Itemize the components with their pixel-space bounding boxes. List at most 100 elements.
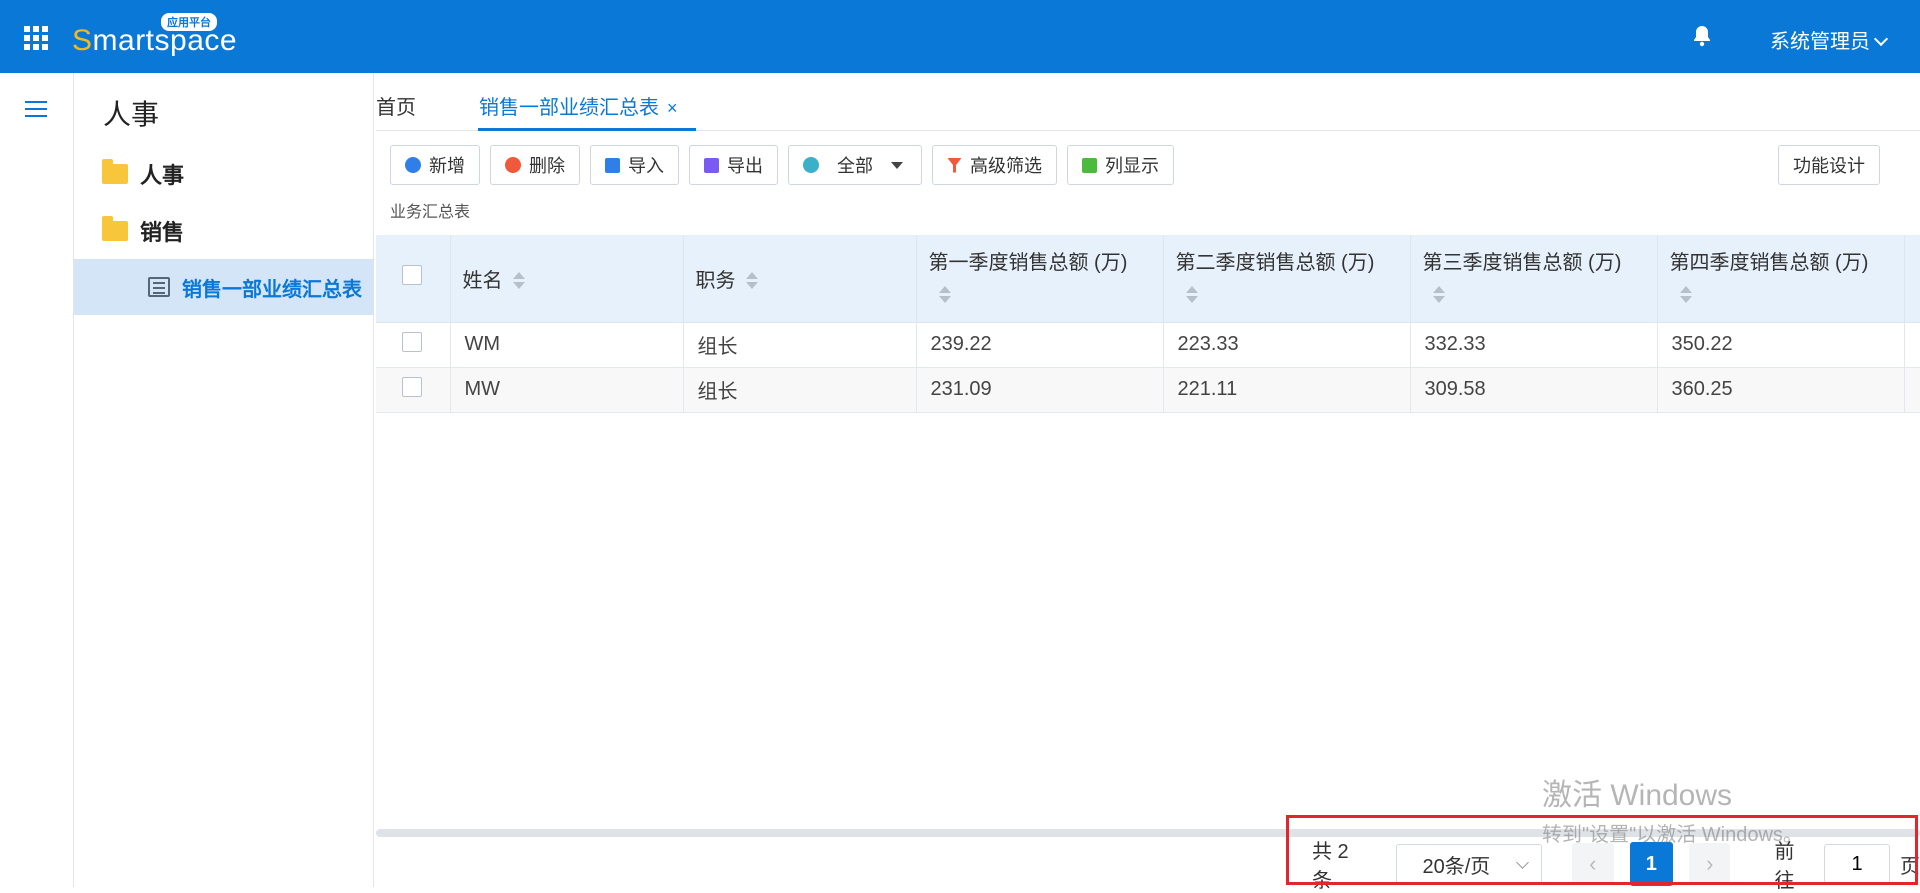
row-checkbox[interactable] — [402, 331, 422, 352]
tab-label: 首页 — [376, 97, 416, 119]
function-design-button[interactable]: 功能设计 — [1778, 145, 1880, 185]
columns-button[interactable]: 列显示 — [1067, 145, 1174, 185]
advanced-filter-button[interactable]: 高级筛选 — [932, 145, 1057, 185]
tab-home[interactable]: 首页 — [376, 91, 416, 120]
cell-q2: 223.33 — [1163, 322, 1411, 368]
select-all-cell — [376, 235, 451, 323]
chevron-down-icon — [1873, 31, 1889, 47]
annotation-highlight-box — [1286, 815, 1918, 885]
sort-icon[interactable] — [1679, 285, 1692, 305]
cell-role: 组长 — [683, 367, 917, 413]
tree-item-hr[interactable]: 人事 — [102, 158, 184, 190]
column-header-q1[interactable]: 第一季度销售总额 (万) — [916, 235, 1164, 323]
cell-name: MW — [450, 367, 684, 413]
button-label: 列显示 — [1105, 156, 1159, 176]
header-label: 第四季度销售总额 (万) — [1669, 252, 1869, 275]
user-name: 系统管理员 — [1770, 31, 1870, 53]
tree-item-label: 销售一部业绩汇总表 — [182, 278, 362, 301]
tree-item-label: 销售 — [140, 220, 185, 245]
export-button[interactable]: 导出 — [689, 145, 778, 185]
close-icon[interactable]: × — [667, 98, 678, 118]
menu-icon[interactable] — [25, 101, 47, 122]
folder-open-icon — [102, 216, 128, 241]
header-label: 第二季度销售总额 (万) — [1175, 252, 1375, 275]
header-label: 第三季度销售总额 (万) — [1422, 252, 1622, 275]
cell-q1: 239.22 — [916, 322, 1164, 368]
table-row[interactable]: MW 组长 231.09 221.11 309.58 360.25 — [376, 367, 1920, 413]
toolbar: 新增 删除 导入 导出 全部 高级筛选 列显示 — [390, 145, 1184, 187]
delete-button[interactable]: 删除 — [490, 145, 580, 185]
cell-q2: 221.11 — [1163, 367, 1411, 413]
cell-q4: 360.25 — [1657, 367, 1905, 413]
button-label: 功能设计 — [1793, 156, 1865, 176]
cell-q3: 332.33 — [1410, 322, 1658, 368]
export-icon — [704, 157, 719, 173]
cell-q1: 231.09 — [916, 367, 1164, 413]
table-header-row: 姓名 职务 第一季度销售总额 (万) 第二季度销售总额 (万) 第三季度销售总额… — [376, 235, 1920, 323]
column-header-overflow — [1904, 235, 1920, 323]
row-select-cell — [376, 322, 451, 368]
sort-icon[interactable] — [745, 271, 758, 291]
cell-q3: 309.58 — [1410, 367, 1658, 413]
main-content: 首页 销售一部业绩汇总表 × 新增 删除 导入 导出 全部 高级筛选 列显示 功… — [376, 73, 1920, 892]
dropdown-value: 全部 — [837, 156, 873, 176]
button-label: 导入 — [628, 156, 664, 176]
column-header-role[interactable]: 职务 — [683, 235, 917, 323]
button-label: 删除 — [529, 156, 565, 176]
user-menu[interactable]: 系统管理员 — [1770, 25, 1889, 54]
tree-title: 人事 — [103, 99, 160, 130]
button-label: 导出 — [727, 156, 763, 176]
table-row[interactable]: WM 组长 239.22 223.33 332.33 350.22 — [376, 322, 1920, 368]
apps-grid-icon[interactable] — [24, 26, 48, 50]
data-table: 姓名 职务 第一季度销售总额 (万) 第二季度销售总额 (万) 第三季度销售总额… — [376, 235, 1920, 413]
column-header-name[interactable]: 姓名 — [450, 235, 684, 323]
tree-item-label: 人事 — [140, 163, 185, 188]
sort-icon[interactable] — [1185, 285, 1198, 305]
add-button[interactable]: 新增 — [390, 145, 480, 185]
columns-icon — [1082, 157, 1097, 173]
logo-badge: 应用平台 — [160, 12, 218, 32]
watermark-line1: 激活 Windows — [1542, 779, 1733, 812]
tab-label: 销售一部业绩汇总表 — [479, 97, 659, 119]
header-label: 第一季度销售总额 (万) — [928, 252, 1128, 275]
scope-dropdown[interactable]: 全部 — [788, 145, 922, 185]
sort-icon[interactable] — [938, 285, 951, 305]
button-label: 新增 — [429, 156, 465, 176]
scope-icon — [803, 157, 819, 173]
import-icon — [605, 157, 620, 173]
sort-icon[interactable] — [1432, 285, 1445, 305]
button-label: 高级筛选 — [970, 156, 1042, 176]
header-label: 姓名 — [462, 269, 503, 292]
sort-icon[interactable] — [512, 271, 525, 291]
row-checkbox[interactable] — [402, 376, 422, 397]
plus-icon — [405, 157, 421, 173]
import-button[interactable]: 导入 — [590, 145, 679, 185]
cell-q4: 350.22 — [1657, 322, 1905, 368]
tab-active-indicator — [478, 128, 696, 131]
cell-name: WM — [450, 322, 684, 368]
row-select-cell — [376, 367, 451, 413]
tab-bar: 首页 销售一部业绩汇总表 × — [376, 73, 1920, 131]
top-bar: Smartspace 应用平台 系统管理员 — [0, 0, 1920, 73]
delete-icon — [505, 157, 521, 173]
column-header-q4[interactable]: 第四季度销售总额 (万) — [1657, 235, 1905, 323]
table-subtitle: 业务汇总表 — [390, 204, 471, 221]
left-rail — [0, 73, 74, 887]
folder-icon — [102, 159, 128, 184]
tab-sales-summary[interactable]: 销售一部业绩汇总表 × — [479, 91, 678, 120]
cell-role: 组长 — [683, 322, 917, 368]
logo-letter: S — [72, 24, 93, 57]
caret-down-icon — [891, 161, 903, 169]
bell-icon[interactable] — [1690, 24, 1714, 48]
data-table-container: 姓名 职务 第一季度销售总额 (万) 第二季度销售总额 (万) 第三季度销售总额… — [376, 235, 1920, 833]
column-header-q3[interactable]: 第三季度销售总额 (万) — [1410, 235, 1658, 323]
header-label: 职务 — [695, 269, 736, 292]
select-all-checkbox[interactable] — [402, 265, 422, 286]
cell-overflow — [1904, 367, 1920, 413]
tree-item-sales-summary[interactable]: 销售一部业绩汇总表 — [74, 259, 374, 315]
filter-icon — [947, 157, 962, 173]
tree-item-sales[interactable]: 销售 — [102, 215, 184, 247]
cell-overflow — [1904, 322, 1920, 368]
list-icon — [148, 277, 170, 297]
column-header-q2[interactable]: 第二季度销售总额 (万) — [1163, 235, 1411, 323]
